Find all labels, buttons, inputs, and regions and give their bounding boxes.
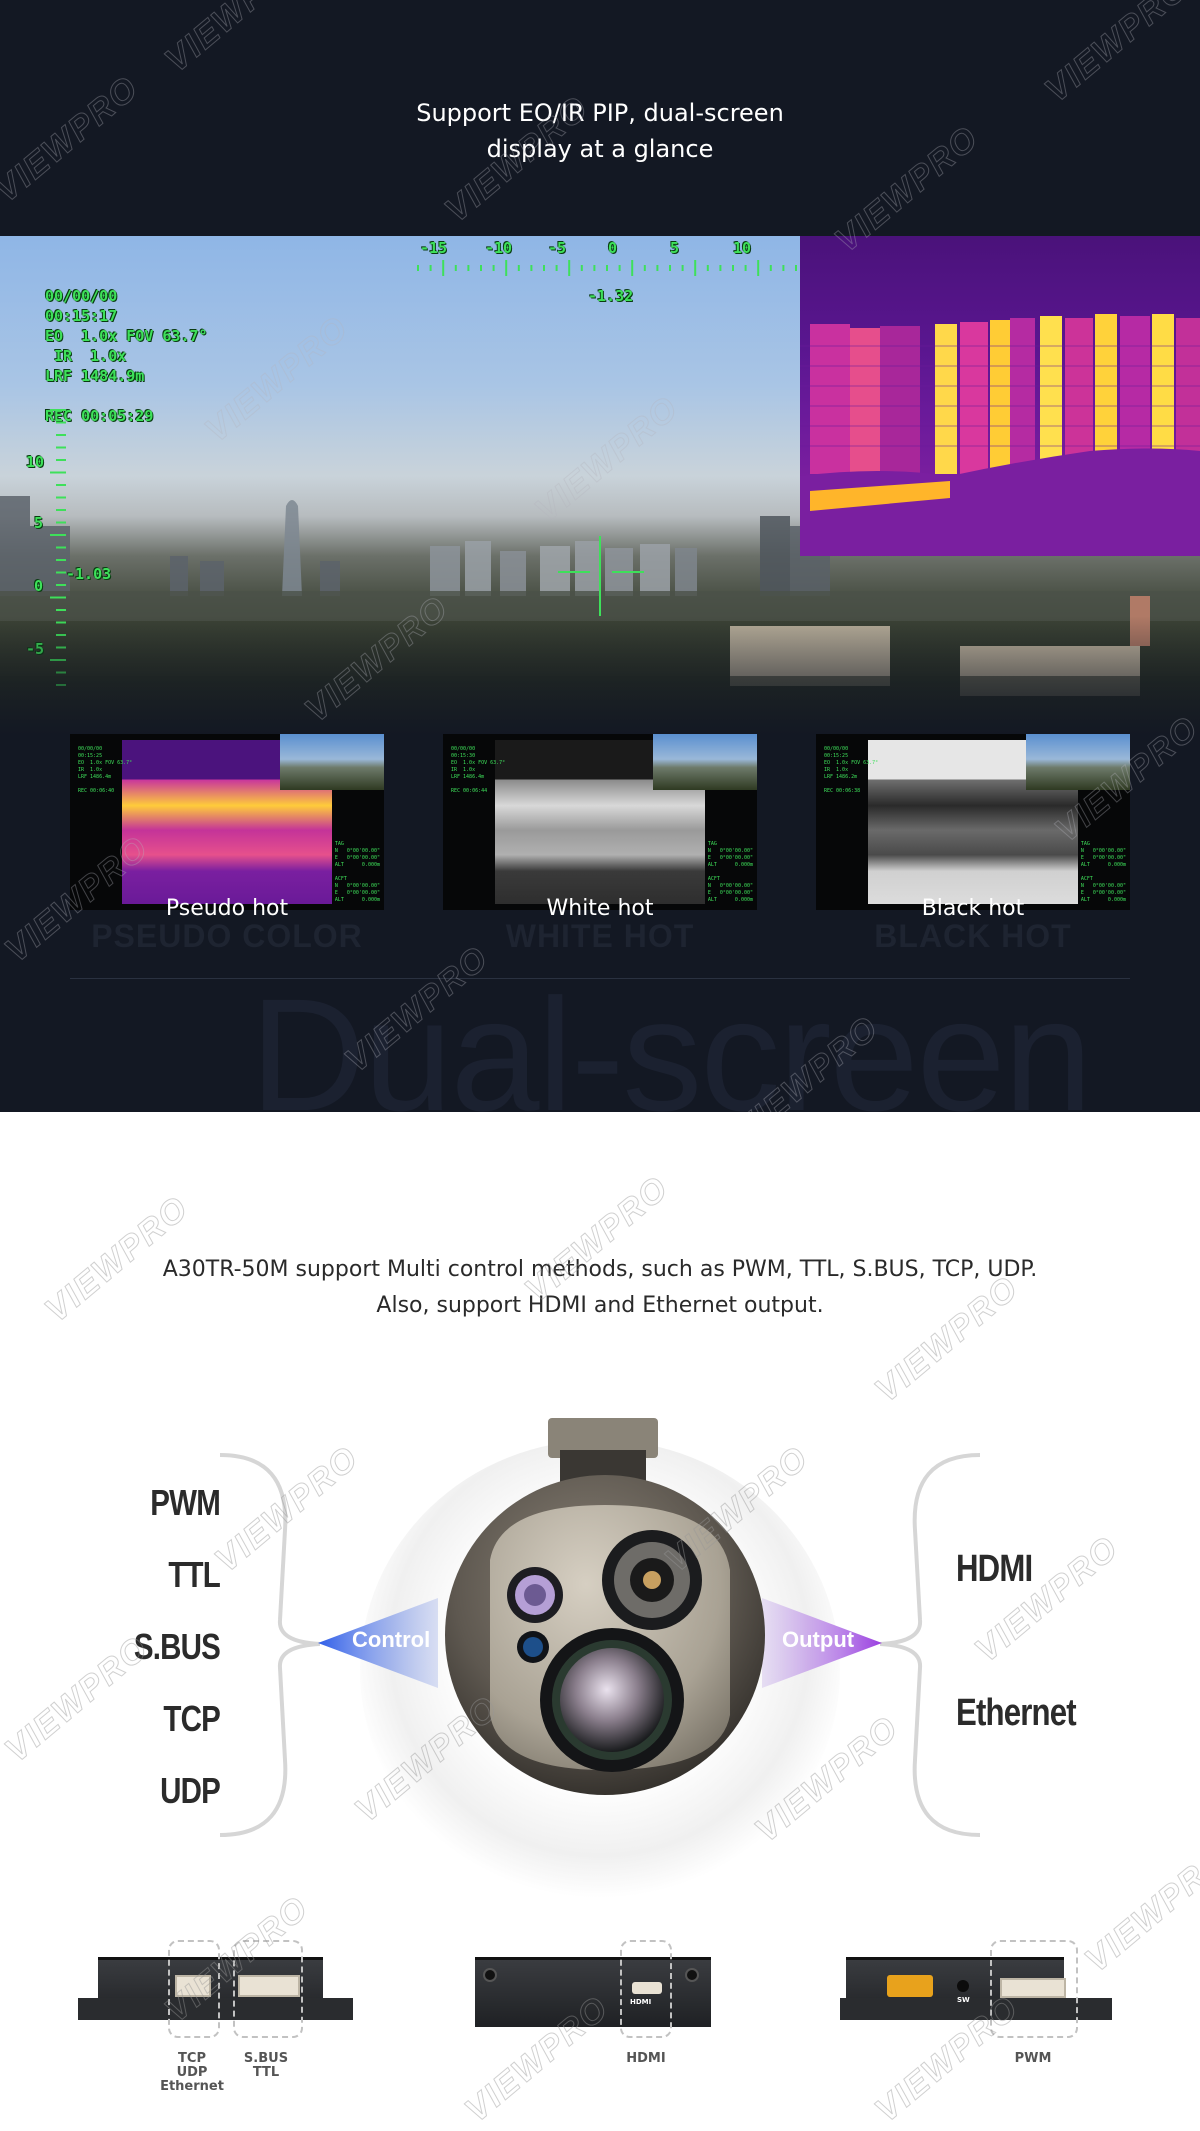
osd-lrf: LRF 1484.9m	[45, 367, 145, 385]
thumbnail-osd-right: TAG N 0°00'00.00" E 0°00'00.00" ALT 0.00…	[1080, 841, 1126, 903]
pitch-value: -1.03	[66, 565, 112, 583]
port-label-network: TCP UDP Ethernet	[160, 2051, 224, 2094]
heading-tick-marks	[417, 260, 797, 276]
control-intro: A30TR-50M support Multi control methods,…	[0, 1252, 1200, 1324]
control-method-sbus: S.BUS	[133, 1626, 221, 1667]
thumbnail-label: Black hot	[921, 896, 1025, 921]
output-ethernet: Ethernet	[956, 1692, 1077, 1734]
thumbnail-label: Pseudo hot	[165, 896, 289, 921]
osd-time: 00:15:17	[45, 307, 118, 325]
background-word: Dual-screen	[250, 965, 1093, 1113]
switch-hole	[957, 1980, 969, 1992]
heading-tick-label: -15	[420, 239, 448, 257]
control-method-ttl: TTL	[168, 1554, 220, 1595]
eo-mini-pip	[653, 734, 757, 790]
intro-line-2: Also, support HDMI and Ethernet output.	[376, 1293, 824, 1318]
thumbnail-osd-left: 00/00/00 00:15:30 EO 1.0x FOV 63.7° IR 1…	[451, 746, 506, 794]
thermal-buildings-graphic	[800, 314, 1200, 556]
control-label: Control	[352, 1627, 431, 1652]
heading-value: -1.32	[588, 287, 634, 305]
thumbnail-black-hot[interactable]: 00/00/00 00:15:25 EO 1.0x FOV 63.7° IR 1…	[816, 734, 1130, 910]
interface-board-hdmi: HDMI	[475, 1940, 725, 2040]
control-method-tcp: TCP	[163, 1698, 220, 1739]
ghost-label: WHITE HOT	[505, 918, 695, 954]
osd-eo-zoom: EO 1.0x FOV 63.7°	[45, 327, 208, 345]
pitch-tick-label: 0	[34, 577, 44, 595]
thermal-pip-window	[800, 236, 1200, 556]
headline-line-1: Support EO/IR PIP, dual-screen	[416, 99, 784, 127]
section-headline: Support EO/IR PIP, dual-screen display a…	[0, 95, 1200, 167]
thumbnail-osd-left: 00/00/00 00:15:25 EO 1.0x FOV 63.7° IR 1…	[78, 746, 133, 794]
heading-tick-label: 10	[733, 239, 752, 257]
control-method-pwm: PWM	[150, 1482, 221, 1523]
pitch-tick-label: 10	[26, 453, 45, 471]
output-label: Output	[782, 1627, 855, 1652]
heading-tick-label: -10	[485, 239, 513, 257]
dual-screen-section: Support EO/IR PIP, dual-screen display a…	[0, 0, 1200, 1112]
osd-info-block: 00/00/00 00:15:17 EO 1.0x FOV 63.7° IR 1.0…	[45, 286, 208, 426]
palette-thumbnails: 00/00/00 00:15:25 EO 1.0x FOV 63.7° IR 1…	[70, 734, 1130, 954]
thumbnail-pseudo-hot[interactable]: 00/00/00 00:15:25 EO 1.0x FOV 63.7° IR 1…	[70, 734, 384, 910]
control-method-udp: UDP	[160, 1770, 221, 1811]
hero-bottom-fade	[0, 616, 1200, 736]
gimbal-camera-image	[445, 1418, 765, 1795]
thumbnail-osd-left: 00/00/00 00:15:25 EO 1.0x FOV 63.7° IR 1…	[824, 746, 879, 794]
port-highlight	[233, 1940, 303, 2038]
thumbnail-osd-right: TAG N 0°00'00.00" E 0°00'00.00" ALT 0.00…	[334, 841, 380, 903]
output-brace	[880, 1453, 981, 1837]
pitch-tick-label: 5	[34, 514, 44, 532]
watermark: VIEWPRO	[157, 0, 317, 80]
screw-icon	[685, 1968, 699, 1982]
thumbnail-white-hot[interactable]: 00/00/00 00:15:30 EO 1.0x FOV 63.7° IR 1…	[443, 734, 757, 910]
heading-tick-label: 0	[608, 239, 618, 257]
interface-board-pwm: SW	[840, 1940, 1120, 2040]
thumbnail-label: White hot	[546, 896, 654, 921]
port-highlight	[168, 1940, 220, 2038]
port-label-pwm: PWM	[1014, 2051, 1052, 2066]
power-connector	[887, 1975, 933, 1997]
port-highlight	[620, 1940, 672, 2038]
board-body	[475, 1957, 711, 2027]
port-label-serial: S.BUS TTL	[243, 2051, 289, 2080]
eo-mini-pip	[1026, 734, 1130, 790]
watermark: VIEWPRO	[1037, 0, 1197, 110]
headline-line-2: display at a glance	[486, 135, 714, 163]
port-highlight	[990, 1940, 1078, 2038]
osd-ir-zoom: IR 1.0x	[45, 347, 127, 365]
heading-tick-label: -5	[548, 239, 567, 257]
eo-ir-pip-image: 00/00/00 00:15:17 EO 1.0x FOV 63.7° IR 1.0…	[0, 236, 1200, 736]
osd-date: 00/00/00	[45, 287, 118, 305]
thumbnail-osd-right: TAG N 0°00'00.00" E 0°00'00.00" ALT 0.00…	[707, 841, 753, 903]
switch-silkscreen: SW	[957, 1996, 970, 2004]
port-label-hdmi: HDMI	[626, 2051, 666, 2066]
eo-mini-pip	[280, 734, 384, 790]
intro-line-1: A30TR-50M support Multi control methods,…	[162, 1257, 1038, 1282]
heading-tick-label: 5	[670, 239, 680, 257]
ghost-label: PSEUDO COLOR	[91, 918, 363, 954]
interface-board-network-serial	[78, 1940, 358, 2040]
ghost-label: BLACK HOT	[874, 918, 1072, 954]
screw-icon	[483, 1968, 497, 1982]
output-hdmi: HDMI	[956, 1548, 1033, 1590]
